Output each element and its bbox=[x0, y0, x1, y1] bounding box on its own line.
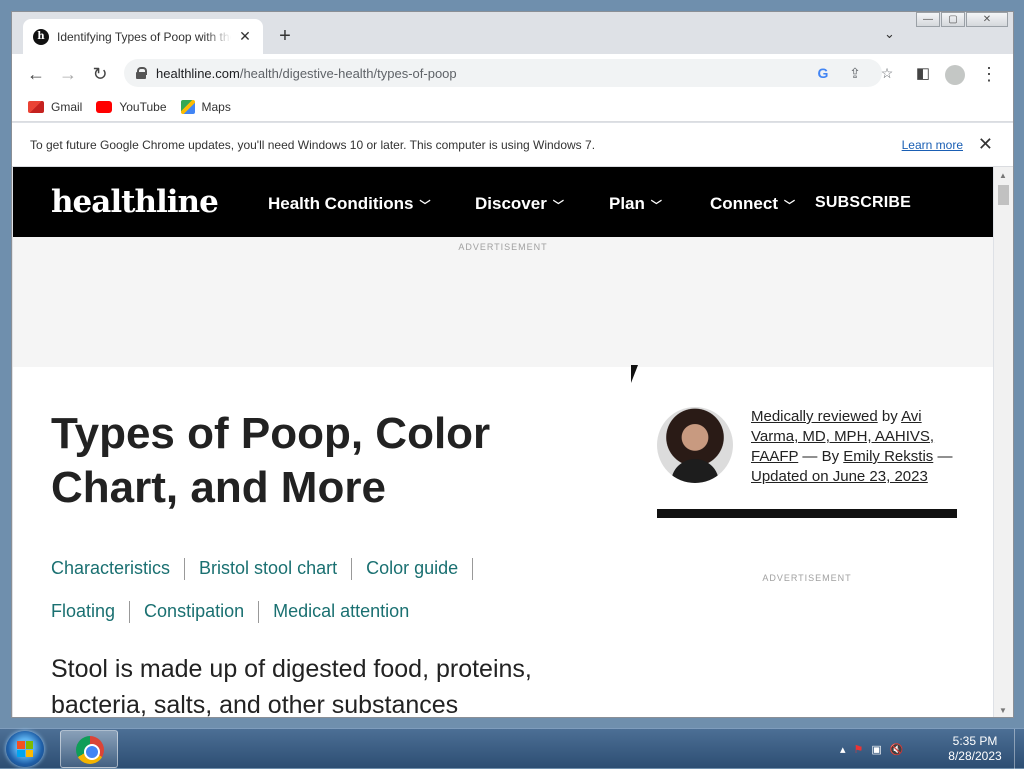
top-advertisement[interactable]: ADVERTISEMENT bbox=[13, 237, 993, 367]
clock[interactable]: 5:35 PM 8/28/2023 bbox=[940, 734, 1010, 764]
table-of-contents: Characteristics Bristol stool chart Color … bbox=[51, 547, 551, 633]
close-tab-icon[interactable]: ✕ bbox=[237, 28, 253, 45]
address-bar[interactable]: healthline.com/health/digestive-health/t… bbox=[124, 59, 893, 87]
browser-toolbar: ← → ↻ healthline.com/health/digestive-he… bbox=[12, 54, 1013, 92]
nav-health-conditions[interactable]: Health Conditions ﹀ bbox=[268, 194, 430, 214]
lock-icon[interactable] bbox=[136, 67, 147, 79]
start-button[interactable] bbox=[6, 731, 44, 767]
profile-avatar-icon[interactable] bbox=[944, 63, 966, 86]
nav-plan[interactable]: Plan ﹀ bbox=[609, 194, 662, 214]
menu-kebab-icon[interactable]: ⋮ bbox=[978, 63, 1000, 85]
windows-taskbar: ▴ ⚑ ▣ 🔇 5:35 PM 8/28/2023 bbox=[0, 728, 1024, 769]
tab-search-chevron-icon[interactable]: ⌄ bbox=[884, 26, 895, 42]
byline-text: — By bbox=[798, 448, 844, 465]
chevron-down-icon: ﹀ bbox=[784, 200, 795, 212]
browser-window: h Identifying Types of Poop with the ✕ +… bbox=[11, 11, 1014, 718]
tab-title: Identifying Types of Poop with the bbox=[57, 29, 231, 44]
toc-divider bbox=[129, 601, 131, 624]
nav-discover[interactable]: Discover ﹀ bbox=[475, 194, 564, 214]
toc-divider bbox=[351, 558, 353, 581]
network-icon[interactable]: ▣ bbox=[871, 743, 881, 756]
author-link[interactable]: Emily Rekstis bbox=[843, 448, 933, 465]
action-center-icon[interactable]: ⚑ bbox=[854, 743, 864, 756]
reviewer-avatar[interactable] bbox=[657, 407, 733, 483]
back-arrow-icon[interactable]: ← bbox=[25, 63, 47, 85]
bookmark-maps[interactable]: Maps bbox=[180, 99, 231, 114]
site-header: healthline Health Conditions ﹀ Discover ﹀ … bbox=[13, 167, 993, 237]
byline-divider bbox=[657, 509, 957, 518]
clock-time: 5:35 PM bbox=[952, 734, 998, 748]
article-byline: Medically reviewed by Avi Varma, MD, MPH… bbox=[751, 407, 971, 487]
bookmark-label: Maps bbox=[201, 99, 231, 114]
volume-muted-icon[interactable]: 🔇 bbox=[890, 743, 904, 756]
bookmark-star-icon[interactable]: ☆ bbox=[878, 65, 896, 82]
medically-reviewed-link[interactable]: Medically reviewed bbox=[751, 408, 878, 425]
mouse-pointer-icon bbox=[631, 365, 638, 383]
toc-divider bbox=[184, 558, 186, 581]
url-text[interactable]: healthline.com/health/digestive-health/t… bbox=[156, 66, 457, 81]
bookmark-gmail[interactable]: Gmail bbox=[28, 100, 82, 114]
new-tab-button[interactable]: + bbox=[274, 26, 296, 48]
window-close-button[interactable]: ✕ bbox=[966, 12, 1008, 27]
toc-link-medical-attention[interactable]: Medical attention bbox=[273, 601, 409, 621]
updated-date-link[interactable]: Updated on June 23, 2023 bbox=[751, 468, 928, 485]
taskbar-chrome[interactable] bbox=[60, 730, 118, 768]
windows-flag-icon bbox=[17, 741, 33, 757]
toc-link-floating[interactable]: Floating bbox=[51, 601, 115, 621]
show-desktop-button[interactable] bbox=[1014, 729, 1024, 769]
healthline-favicon-icon: h bbox=[33, 28, 49, 45]
clock-date: 8/28/2023 bbox=[948, 749, 1002, 763]
toc-link-constipation[interactable]: Constipation bbox=[144, 601, 244, 621]
side-advertisement[interactable]: ADVERTISEMENT bbox=[657, 573, 957, 583]
reload-icon[interactable]: ↻ bbox=[89, 63, 111, 85]
scroll-down-icon[interactable]: ▼ bbox=[999, 706, 1007, 715]
bookmark-youtube[interactable]: YouTube bbox=[96, 99, 167, 114]
maps-icon bbox=[180, 99, 195, 114]
byline-text: — bbox=[933, 448, 953, 465]
ad-label: ADVERTISEMENT bbox=[762, 573, 852, 583]
tray-expand-icon[interactable]: ▴ bbox=[840, 743, 846, 756]
system-tray: ▴ ⚑ ▣ 🔇 bbox=[840, 729, 904, 769]
healthline-logo[interactable]: healthline bbox=[51, 184, 219, 220]
page-scrollbar[interactable]: ▲ ▼ bbox=[994, 167, 1013, 717]
chrome-icon bbox=[76, 736, 104, 764]
scroll-up-icon[interactable]: ▲ bbox=[999, 171, 1007, 180]
nav-connect[interactable]: Connect ﹀ bbox=[710, 194, 795, 214]
ad-label: ADVERTISEMENT bbox=[458, 242, 548, 252]
subscribe-button[interactable]: SUBSCRIBE bbox=[815, 194, 911, 212]
tab-strip: h Identifying Types of Poop with the ✕ +… bbox=[12, 12, 1013, 54]
share-icon[interactable]: ⇪ bbox=[846, 65, 864, 82]
gmail-icon bbox=[28, 100, 44, 113]
youtube-icon bbox=[96, 100, 113, 113]
chevron-down-icon: ﹀ bbox=[552, 200, 564, 212]
chevron-down-icon: ﹀ bbox=[650, 200, 662, 212]
toc-divider bbox=[258, 601, 260, 624]
minimize-button[interactable]: — bbox=[916, 12, 940, 27]
toc-link-bristol[interactable]: Bristol stool chart bbox=[199, 558, 337, 578]
toc-link-characteristics[interactable]: Characteristics bbox=[51, 558, 170, 578]
article-lead: Stool is made up of digested food, prote… bbox=[51, 655, 532, 718]
article-title: Types of Poop, Color Chart, and More bbox=[51, 409, 491, 512]
web-page: healthline Health Conditions ﹀ Discover ﹀ … bbox=[13, 167, 993, 718]
byline-text: by bbox=[877, 408, 902, 425]
side-panel-icon[interactable]: ◧ bbox=[912, 63, 934, 85]
scroll-thumb[interactable] bbox=[998, 185, 1009, 205]
chevron-down-icon: ﹀ bbox=[419, 200, 431, 212]
active-tab[interactable]: h Identifying Types of Poop with the ✕ bbox=[23, 19, 263, 54]
infobar-close-icon[interactable]: ✕ bbox=[978, 134, 993, 155]
toc-divider bbox=[472, 558, 474, 581]
infobar-message: To get future Google Chrome updates, you… bbox=[30, 137, 596, 152]
google-lens-icon[interactable]: G bbox=[814, 65, 832, 81]
learn-more-link[interactable]: Learn more bbox=[902, 138, 963, 152]
bookmark-label: YouTube bbox=[119, 99, 167, 114]
toc-link-color-guide[interactable]: Color guide bbox=[366, 558, 458, 578]
forward-arrow-icon[interactable]: → bbox=[57, 63, 79, 85]
update-infobar: To get future Google Chrome updates, you… bbox=[12, 123, 1013, 167]
maximize-button[interactable]: ▢ bbox=[941, 12, 965, 27]
bookmarks-bar: Gmail YouTube Maps bbox=[12, 92, 1013, 122]
bookmark-label: Gmail bbox=[51, 99, 83, 114]
